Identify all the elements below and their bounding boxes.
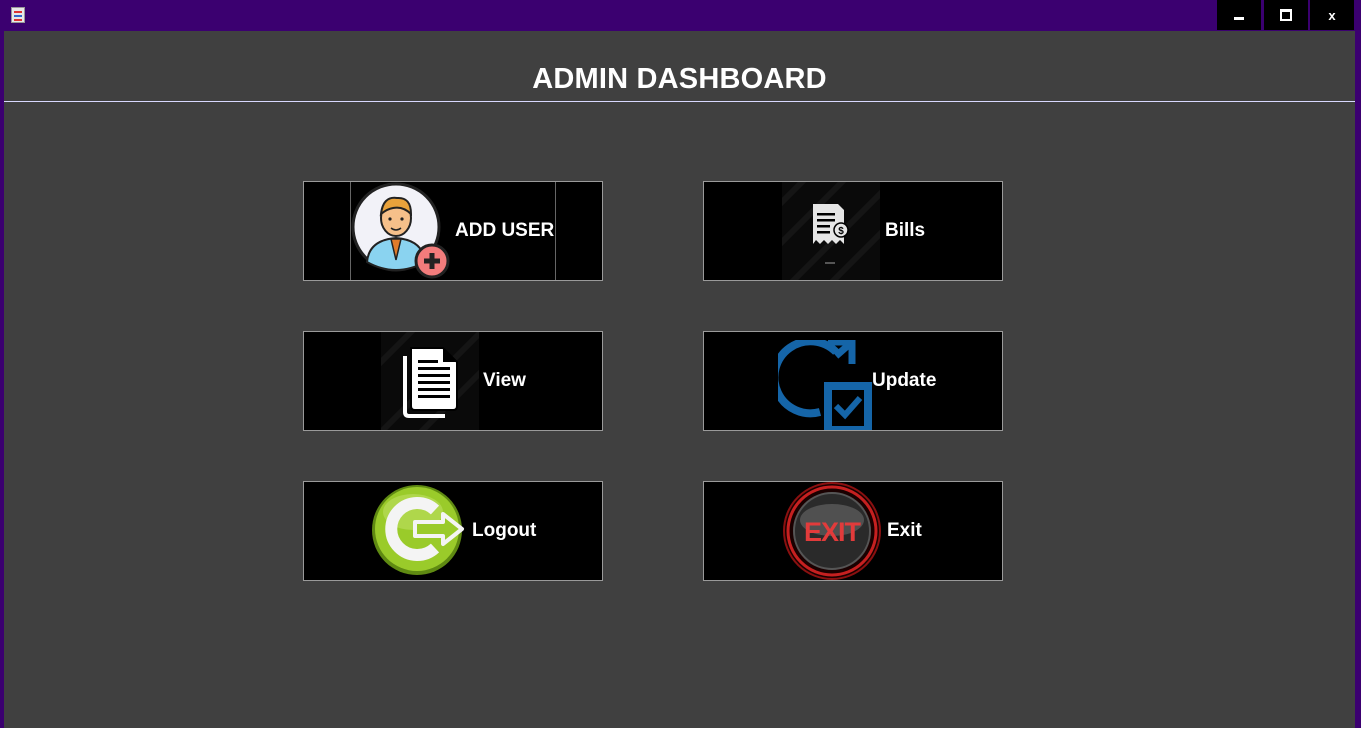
exit-button[interactable]: EXIT Exit xyxy=(703,481,1003,581)
add-user-icon xyxy=(351,182,450,279)
minimize-button[interactable] xyxy=(1217,0,1261,30)
view-label: View xyxy=(483,370,526,391)
update-label: Update xyxy=(872,370,937,391)
bill-receipt-icon: $ xyxy=(782,182,880,280)
maximize-icon xyxy=(1280,9,1292,21)
bills-button[interactable]: $ Bills xyxy=(703,181,1003,281)
view-button[interactable]: View xyxy=(303,331,603,431)
logout-label: Logout xyxy=(472,520,537,541)
bills-label: Bills xyxy=(885,220,926,241)
java-app-icon xyxy=(11,7,25,23)
update-button[interactable]: Update xyxy=(703,331,1003,431)
logout-arrow-icon xyxy=(372,485,464,575)
add-user-button[interactable]: ADD USER xyxy=(303,181,603,281)
exit-label: Exit xyxy=(887,520,922,541)
dashboard-panel: ADMIN DASHBOARD ADD USER $ Bills View Up… xyxy=(4,31,1355,728)
window-titlebar: x xyxy=(0,0,1361,31)
svg-text:EXIT: EXIT xyxy=(804,517,862,547)
document-icon xyxy=(381,332,479,430)
logout-button[interactable]: Logout xyxy=(303,481,603,581)
refresh-check-icon xyxy=(778,340,872,430)
close-button[interactable]: x xyxy=(1310,0,1354,30)
svg-text:$: $ xyxy=(838,226,844,237)
close-icon: x xyxy=(1328,7,1336,23)
title-divider xyxy=(4,101,1355,102)
add-user-label: ADD USER xyxy=(455,220,555,241)
exit-button-icon: EXIT xyxy=(783,482,881,580)
page-title: ADMIN DASHBOARD xyxy=(532,63,827,95)
maximize-button[interactable] xyxy=(1264,0,1308,30)
minimize-icon xyxy=(1234,16,1244,20)
